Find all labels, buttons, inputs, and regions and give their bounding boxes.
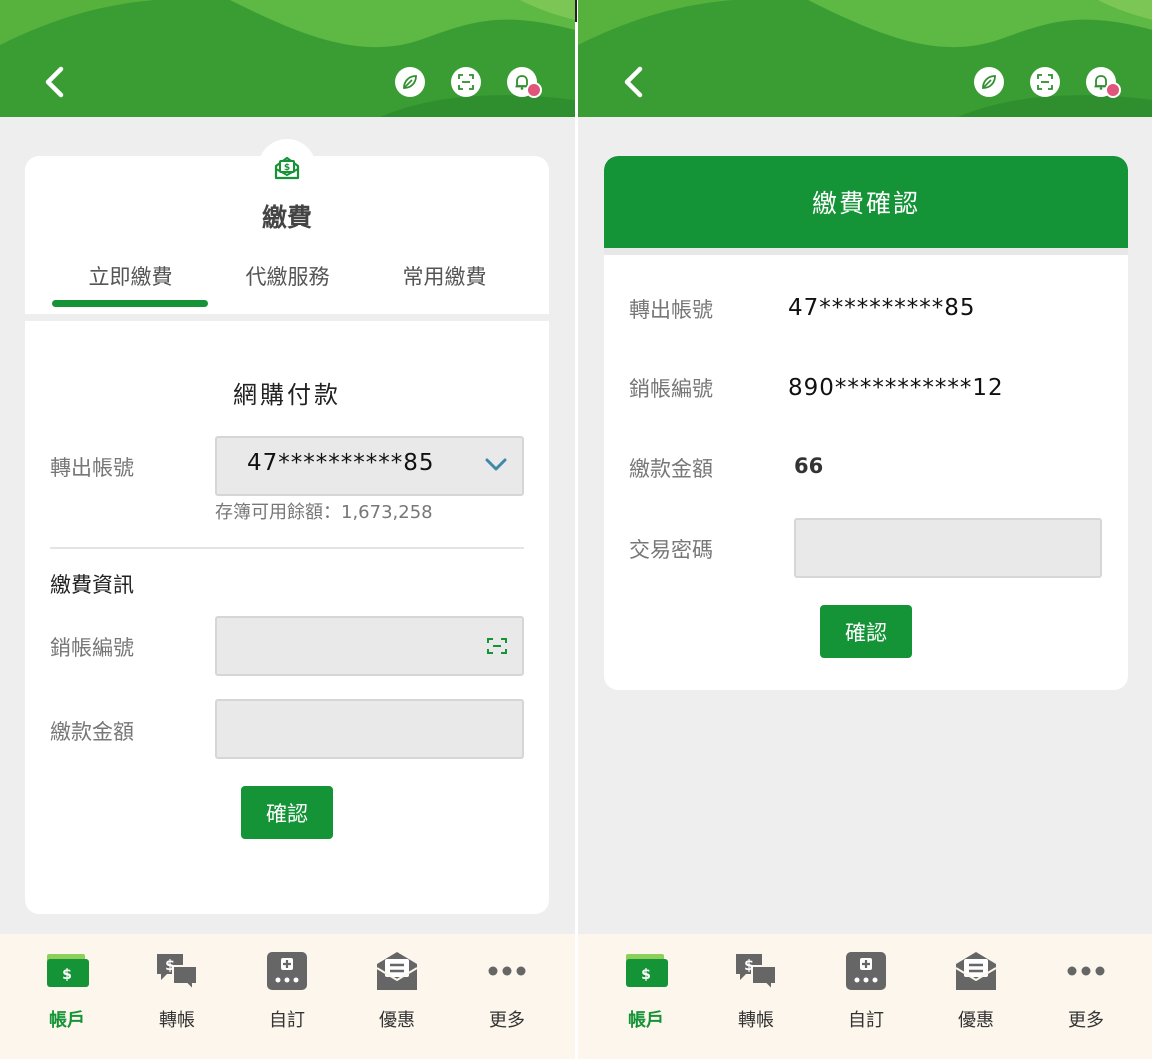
payment-info-heading: 繳費資訊 [50,573,134,597]
payment-card: $ 繳費 立即繳費 代繳服務 常用繳費 網購付款 轉出帳號 47********… [25,139,549,914]
writeoff-number-input[interactable] [215,616,524,676]
nav-label-custom: 自訂 [848,1010,884,1031]
back-button[interactable] [38,62,72,102]
amount-value: 66 [794,454,824,478]
confirm-card-header: 繳費確認 [604,156,1128,248]
envelope-offer-icon [955,952,997,990]
wallet-icon: $ [626,954,668,987]
nav-item-account[interactable]: $ 帳戶 [591,934,701,1059]
scan-button[interactable] [1030,67,1060,97]
divider-mark [575,0,577,22]
money-envelope-icon: $ [274,156,300,180]
nav-item-offers[interactable]: 優惠 [342,934,452,1059]
scan-icon [1037,74,1053,90]
writeoff-number-label: 銷帳編號 [50,636,134,660]
tab-frequent-payments[interactable]: 常用繳費 [357,261,532,291]
tab-agency-service[interactable]: 代繳服務 [200,261,375,291]
notification-badge [526,82,542,98]
scan-icon [458,74,474,90]
transaction-password-label: 交易密碼 [629,538,713,562]
bottom-nav: $ 帳戶 $ 轉帳 自訂 優惠 更多 [578,934,1152,1059]
payment-screen: $ 繳費 立即繳費 代繳服務 常用繳費 網購付款 轉出帳號 47********… [0,0,575,1059]
app-header [0,0,575,117]
confirm-card: 繳費確認 轉出帳號 47**********85 銷帳編號 890*******… [604,156,1128,690]
account-select[interactable]: 47**********85 [215,436,524,496]
amount-label: 繳款金額 [50,720,134,744]
nav-label-transfer: 轉帳 [738,1010,774,1031]
nav-item-custom[interactable]: 自訂 [811,934,921,1059]
account-value: 47**********85 [788,295,976,321]
balance-text: 存簿可用餘額：1,673,258 [215,502,433,523]
tabs-divider [25,314,549,321]
more-dots-icon [1067,966,1105,976]
chevron-down-icon [485,458,507,471]
dual-screenshot: $ 繳費 立即繳費 代繳服務 常用繳費 網購付款 轉出帳號 47********… [0,0,1152,1059]
header-divider [604,248,1128,255]
amount-label: 繳款金額 [629,457,713,481]
header-wave-decoration [578,0,1152,117]
leaf-button[interactable] [395,67,425,97]
account-label: 轉出帳號 [629,298,713,322]
transfer-chat-icon: $ [736,954,777,992]
nav-label-offers: 優惠 [379,1010,415,1031]
transfer-chat-icon: $ [157,954,198,992]
confirm-button[interactable]: 確認 [241,786,333,839]
leaf-icon [403,75,417,89]
leaf-button[interactable] [974,67,1004,97]
page-title: 繳費 [261,203,312,232]
confirm-button[interactable]: 確認 [820,605,912,658]
back-icon [624,66,643,98]
transaction-password-input[interactable] [794,518,1102,578]
scan-button[interactable] [451,67,481,97]
svg-text:$: $ [284,163,290,173]
back-button[interactable] [617,62,651,102]
svg-text:$: $ [165,958,175,974]
nav-item-offers[interactable]: 優惠 [921,934,1031,1059]
app-header [578,0,1152,117]
writeoff-number-value: 890***********12 [788,375,1004,401]
leaf-icon [982,75,996,89]
tab-pay-now[interactable]: 立即繳費 [43,261,218,291]
header-wave-decoration [0,0,575,117]
nav-label-account: 帳戶 [628,1010,664,1031]
nav-item-transfer[interactable]: $ 轉帳 [701,934,811,1059]
svg-text:$: $ [62,967,72,983]
nav-item-account[interactable]: $ 帳戶 [12,934,122,1059]
active-tab-indicator [52,300,208,307]
scan-icon[interactable] [486,637,508,655]
nav-label-more: 更多 [489,1010,525,1031]
nav-label-custom: 自訂 [269,1010,305,1031]
nav-label-transfer: 轉帳 [159,1010,195,1031]
amount-input[interactable] [215,699,524,759]
nav-item-transfer[interactable]: $ 轉帳 [122,934,232,1059]
nav-label-offers: 優惠 [958,1010,994,1031]
card-emblem: $ [258,139,316,197]
notification-badge [1105,82,1121,98]
writeoff-number-label: 銷帳編號 [629,377,713,401]
back-icon [45,66,64,98]
custom-grid-icon [267,952,307,990]
divider [50,547,524,549]
nav-label-more: 更多 [1068,1010,1104,1031]
section-title: 網購付款 [233,381,341,409]
nav-item-more[interactable]: 更多 [1031,934,1141,1059]
custom-grid-icon [846,952,886,990]
account-label: 轉出帳號 [50,456,134,480]
payment-confirm-screen: 繳費確認 轉出帳號 47**********85 銷帳編號 890*******… [578,0,1152,1059]
nav-label-account: 帳戶 [49,1010,85,1031]
nav-item-more[interactable]: 更多 [452,934,562,1059]
bottom-nav: $ 帳戶 $ 轉帳 自訂 優惠 更多 [0,934,575,1059]
account-value: 47**********85 [247,450,435,476]
envelope-offer-icon [376,952,418,990]
wallet-icon: $ [47,954,89,987]
nav-item-custom[interactable]: 自訂 [232,934,342,1059]
svg-text:$: $ [641,967,651,983]
svg-text:$: $ [744,958,754,974]
more-dots-icon [488,966,526,976]
